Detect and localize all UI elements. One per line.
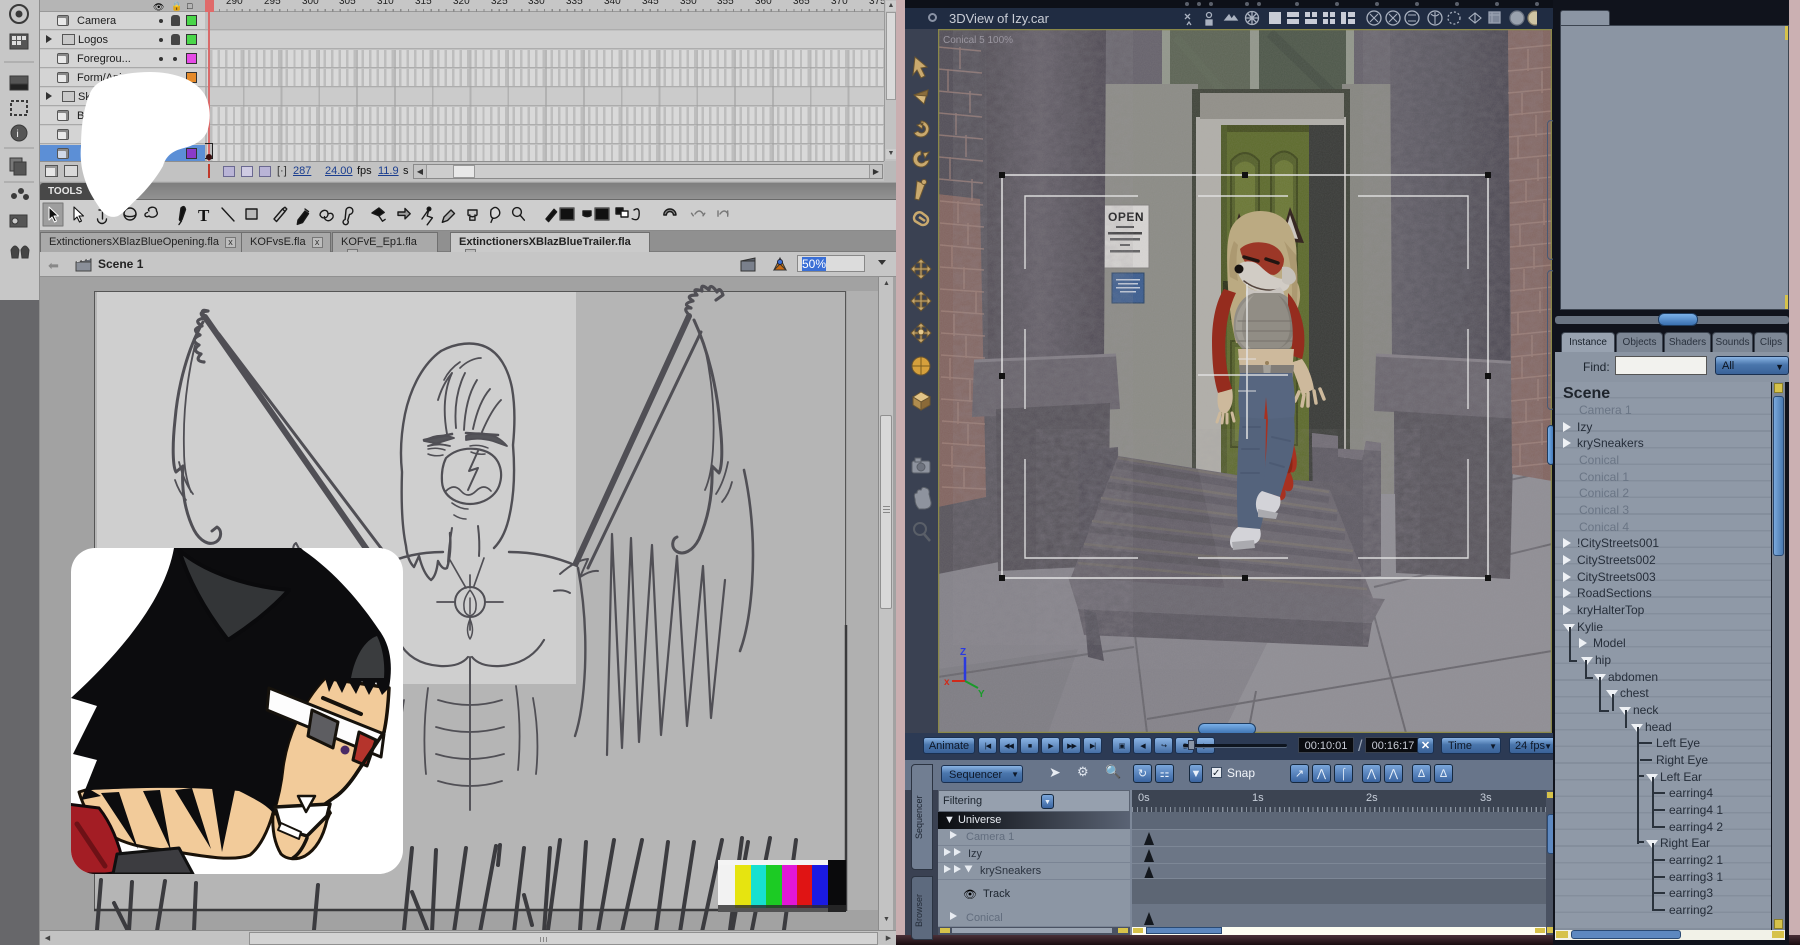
svg-text:x: x	[944, 677, 950, 688]
svg-text:Z: Z	[960, 647, 966, 658]
svg-text:Y: Y	[978, 689, 985, 700]
svg-text:i: i	[17, 129, 19, 140]
svg-text:Conical 5 100%: Conical 5 100%	[943, 35, 1013, 46]
